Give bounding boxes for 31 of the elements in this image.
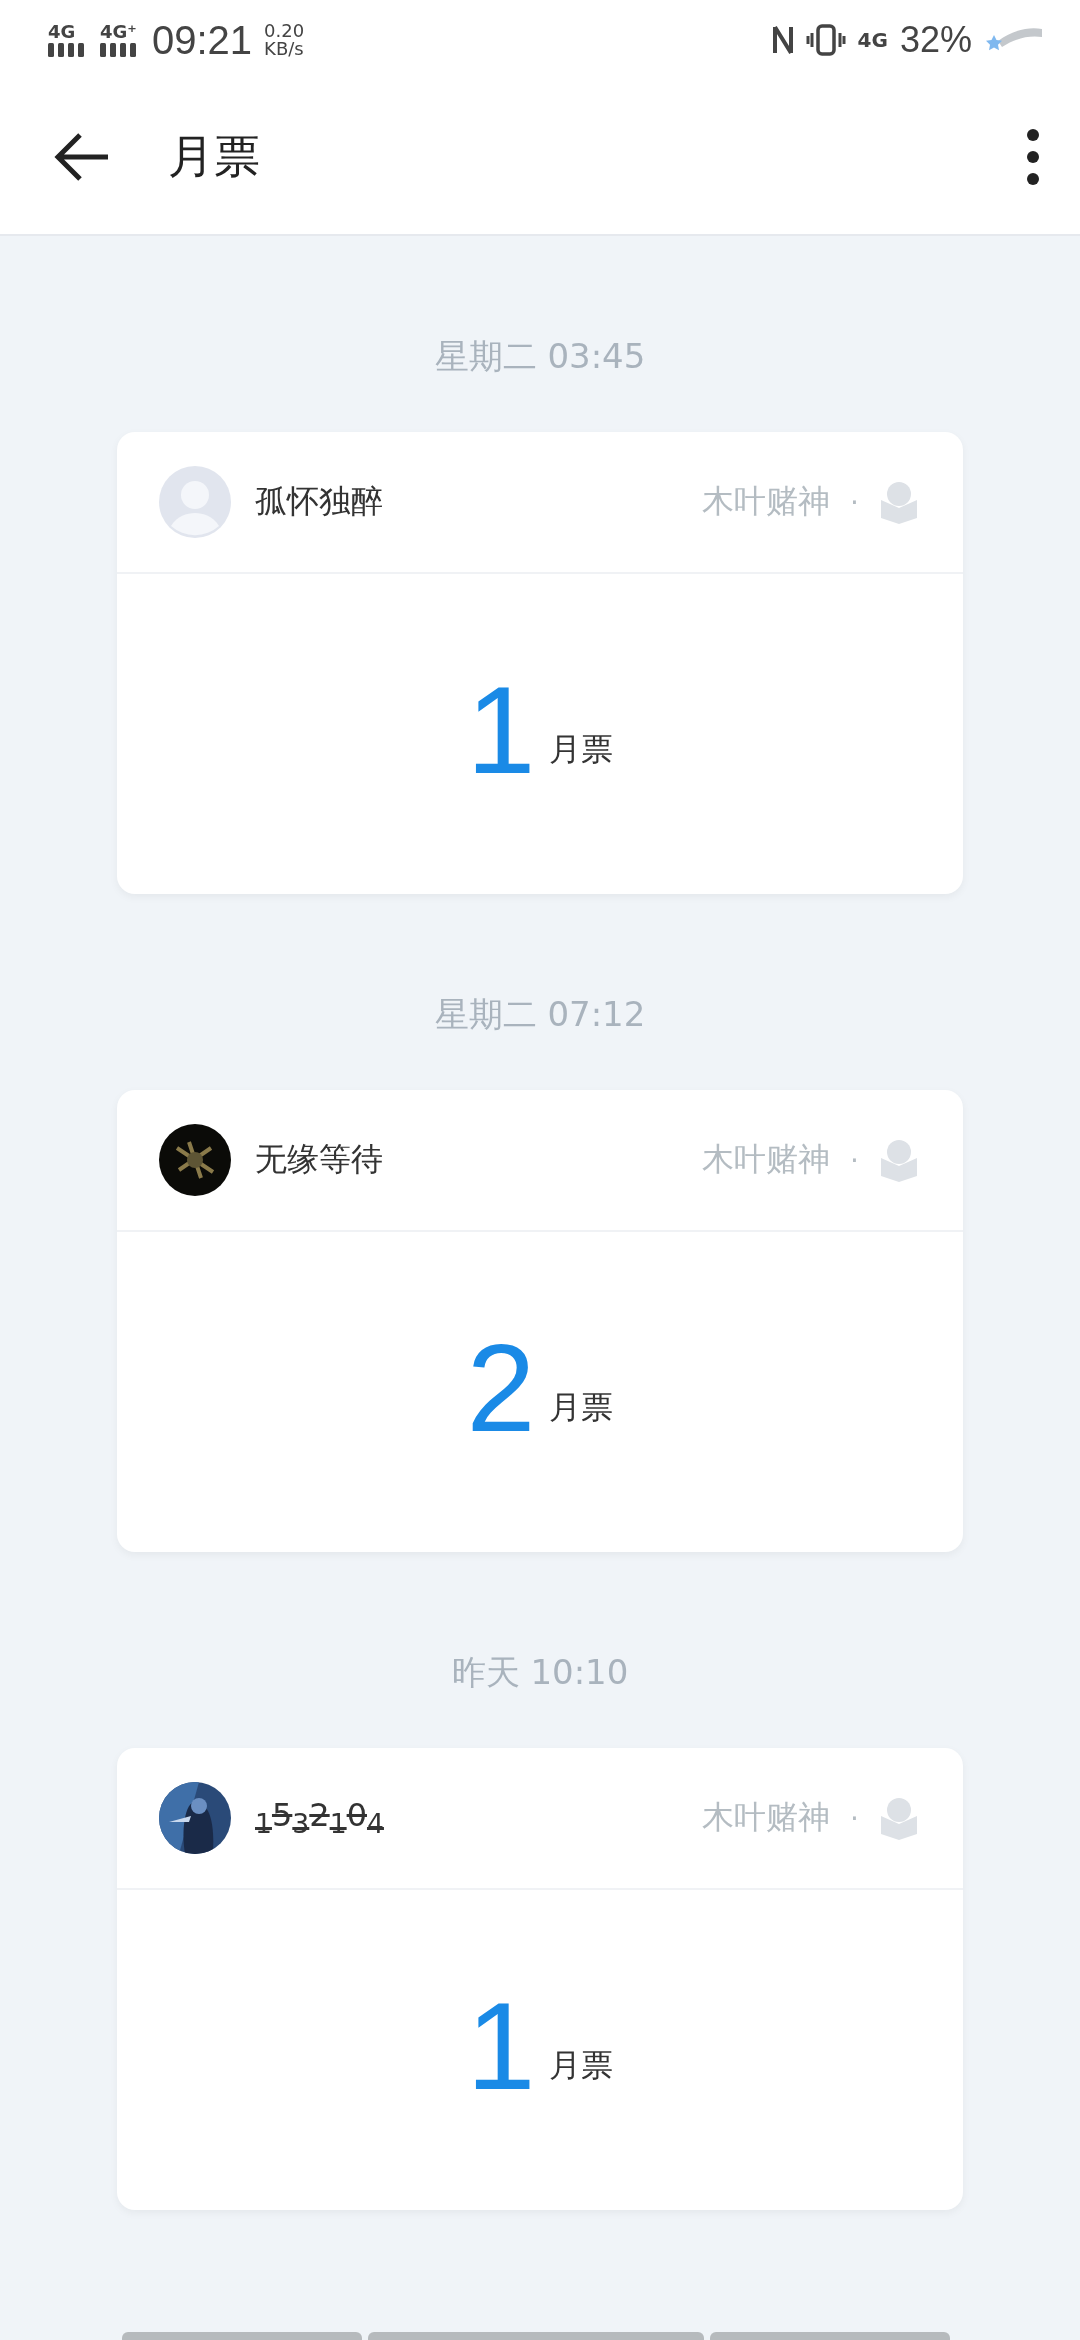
- separator-dot: ·: [850, 1801, 859, 1835]
- speed-unit: KB/s: [264, 40, 305, 58]
- network-label: 4G: [857, 28, 888, 52]
- user-name: $_{1}$5$_{3}$2$_{1}$0$_{4}$: [255, 1796, 385, 1840]
- timestamp: 星期二 07:12: [434, 994, 646, 1034]
- reader-icon: [879, 480, 919, 524]
- reader-icon: [879, 1796, 919, 1840]
- timestamp: 昨天 10:10: [451, 1652, 629, 1692]
- user-name: 孤怀独醉: [255, 481, 384, 522]
- nfc-icon: [771, 23, 794, 57]
- more-icon[interactable]: [1026, 128, 1040, 186]
- clock: 09:21: [152, 17, 253, 63]
- timestamp: 星期二 03:45: [434, 336, 646, 376]
- vote-unit: 月票: [549, 2045, 614, 2086]
- separator-dot: ·: [850, 1143, 859, 1177]
- vote-count: 1: [466, 668, 536, 792]
- speed-value: 0.20: [264, 22, 305, 40]
- separator-dot: ·: [850, 485, 859, 519]
- author-name: 木叶赌神: [702, 1139, 831, 1180]
- author-name: 木叶赌神: [702, 1797, 831, 1838]
- vibrate-icon: [805, 23, 846, 57]
- user-name: 无缘等待: [255, 1139, 384, 1180]
- vote-count: 2: [466, 1326, 536, 1450]
- reader-icon: [879, 1138, 919, 1182]
- vote-unit: 月票: [549, 729, 614, 770]
- vote-count: 1: [466, 1984, 536, 2108]
- avatar-icon: [159, 466, 231, 538]
- battery-level: 32%: [899, 19, 972, 61]
- vote-unit: 月票: [549, 1387, 614, 1428]
- page-title: 月票: [168, 128, 261, 185]
- author-name: 木叶赌神: [702, 481, 831, 522]
